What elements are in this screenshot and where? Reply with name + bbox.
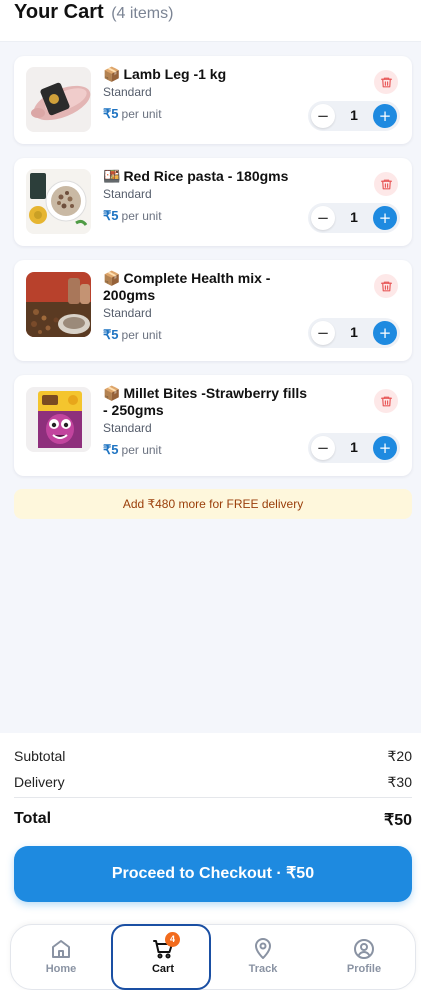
trash-icon xyxy=(380,396,392,406)
product-image-health-mix xyxy=(26,272,91,337)
subtotal-row: Subtotal ₹20 xyxy=(14,748,412,764)
quantity-stepper: − 1 + xyxy=(308,203,400,233)
quantity-stepper: − 1 + xyxy=(308,101,400,131)
increase-quantity-button[interactable]: + xyxy=(373,436,397,460)
nav-cart[interactable]: 4 Cart xyxy=(111,924,211,990)
total-label: Total xyxy=(14,810,52,827)
quantity-stepper: − 1 + xyxy=(308,318,400,348)
trash-icon xyxy=(380,179,392,189)
item-info: 📦 Lamb Leg -1 kg Standard ₹5 per unit xyxy=(103,66,313,122)
decrease-quantity-button[interactable]: − xyxy=(311,104,335,128)
nav-home-label: Home xyxy=(45,963,77,975)
decrease-quantity-button[interactable]: − xyxy=(311,436,335,460)
user-circle-icon xyxy=(354,939,374,959)
product-price: ₹5 xyxy=(103,208,119,223)
product-price: ₹5 xyxy=(103,327,119,342)
delivery-value: ₹30 xyxy=(387,774,412,790)
cart-item: 📦 Lamb Leg -1 kg Standard ₹5 per unit − 1 … xyxy=(14,56,412,144)
location-pin-icon xyxy=(255,938,271,959)
bottom-nav: Home 4 Cart Track Profile xyxy=(10,924,416,990)
quantity-value: 1 xyxy=(350,209,358,225)
package-icon: 📦 xyxy=(103,385,121,401)
page-title: Your Cart (4 items) xyxy=(14,1,173,24)
page-title-text: Your Cart xyxy=(14,1,104,23)
product-image-millet-bites xyxy=(26,387,91,452)
price-line: ₹5 per unit xyxy=(103,327,313,343)
product-variant: Standard xyxy=(103,85,152,99)
bento-icon: 🍱 xyxy=(103,168,121,184)
product-name: 📦 Complete Health mix - 200gms xyxy=(103,270,271,303)
delivery-label: Delivery xyxy=(14,774,65,790)
free-delivery-banner: Add ₹480 more for FREE delivery xyxy=(14,489,412,519)
price-unit: per unit xyxy=(121,107,162,121)
quantity-value: 1 xyxy=(350,439,358,455)
home-icon xyxy=(52,940,70,958)
remove-item-button[interactable] xyxy=(374,172,398,196)
product-image-red-rice-pasta xyxy=(26,169,91,234)
remove-item-button[interactable] xyxy=(374,389,398,413)
nav-track-label: Track xyxy=(248,963,278,975)
item-info: 📦 Complete Health mix - 200gms Standard ₹… xyxy=(103,270,313,343)
total-value: ₹50 xyxy=(384,812,412,829)
product-name: 🍱 Red Rice pasta - 180gms xyxy=(103,168,289,184)
cart-count-badge: 4 xyxy=(165,932,180,947)
product-variant: Standard xyxy=(103,306,152,320)
price-unit: per unit xyxy=(121,443,162,457)
trash-icon xyxy=(380,77,392,87)
total-row: Total ₹50 xyxy=(14,810,412,829)
quantity-stepper: − 1 + xyxy=(308,433,400,463)
trash-icon xyxy=(380,281,392,291)
nav-profile-label: Profile xyxy=(346,963,382,975)
item-count: (4 items) xyxy=(111,5,174,22)
cart-item: 🍱 Red Rice pasta - 180gms Standard ₹5 per … xyxy=(14,158,412,246)
nav-home[interactable]: Home xyxy=(11,925,111,990)
product-variant: Standard xyxy=(103,187,152,201)
item-info: 📦 Millet Bites -Strawberry fills - 250gms… xyxy=(103,385,313,458)
product-variant: Standard xyxy=(103,421,152,435)
cart-header: Your Cart (4 items) xyxy=(0,0,421,42)
nav-cart-label: Cart xyxy=(151,963,174,975)
delivery-row: Delivery ₹30 xyxy=(14,774,412,790)
product-image-lamb-leg xyxy=(26,67,91,132)
checkout-button[interactable]: Proceed to Checkout · ₹50 xyxy=(14,846,412,902)
price-line: ₹5 per unit xyxy=(103,106,313,122)
increase-quantity-button[interactable]: + xyxy=(373,104,397,128)
increase-quantity-button[interactable]: + xyxy=(373,321,397,345)
quantity-value: 1 xyxy=(350,324,358,340)
decrease-quantity-button[interactable]: − xyxy=(311,206,335,230)
nav-profile[interactable]: Profile xyxy=(314,925,414,990)
price-line: ₹5 per unit xyxy=(103,442,313,458)
order-summary: Subtotal ₹20 Delivery ₹30 Total ₹50 Proc… xyxy=(0,733,421,990)
subtotal-label: Subtotal xyxy=(14,748,66,764)
quantity-value: 1 xyxy=(350,107,358,123)
nav-track[interactable]: Track xyxy=(213,925,313,990)
product-price: ₹5 xyxy=(103,442,119,457)
cart-item: 📦 Complete Health mix - 200gms Standard ₹… xyxy=(14,260,412,361)
cart-item: 📦 Millet Bites -Strawberry fills - 250gms… xyxy=(14,375,412,476)
price-line: ₹5 per unit xyxy=(103,208,313,224)
product-name: 📦 Millet Bites -Strawberry fills - 250gms xyxy=(103,385,308,418)
price-unit: per unit xyxy=(121,209,162,223)
package-icon: 📦 xyxy=(103,270,121,286)
increase-quantity-button[interactable]: + xyxy=(373,206,397,230)
product-name: 📦 Lamb Leg -1 kg xyxy=(103,66,227,82)
item-info: 🍱 Red Rice pasta - 180gms Standard ₹5 per … xyxy=(103,168,313,224)
subtotal-value: ₹20 xyxy=(387,748,412,764)
remove-item-button[interactable] xyxy=(374,70,398,94)
price-unit: per unit xyxy=(121,328,162,342)
package-icon: 📦 xyxy=(103,66,121,82)
summary-divider xyxy=(14,797,412,798)
remove-item-button[interactable] xyxy=(374,274,398,298)
product-price: ₹5 xyxy=(103,106,119,121)
decrease-quantity-button[interactable]: − xyxy=(311,321,335,345)
